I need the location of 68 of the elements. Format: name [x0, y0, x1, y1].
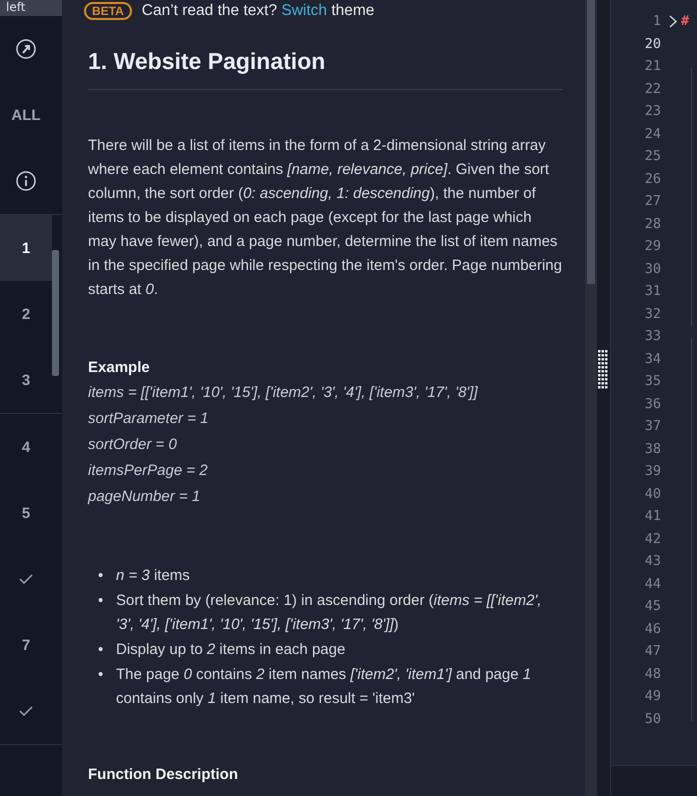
sidebar-item[interactable]: 4	[0, 414, 52, 480]
bullet-mark: •	[98, 566, 104, 586]
line-number: 25	[644, 148, 661, 164]
bullet-mark: •	[98, 665, 104, 685]
line-number: 47	[644, 643, 661, 660]
theme-notice: Can’t read the text? Switch theme	[142, 1, 374, 21]
line-number: 32	[644, 306, 661, 322]
example-line: pageNumber = 1	[88, 487, 202, 507]
line-number: 50	[644, 710, 661, 727]
line-number: 1	[652, 13, 661, 30]
scrollbar-thumb[interactable]	[587, 0, 595, 284]
line-number: 26	[644, 170, 661, 187]
explanation-item: Sort them by (relevance: 1) in ascending order (items = [['item2', '3', '4'], ['item1', '10', '15'], ['item3', '17', '8']])	[116, 591, 542, 635]
check-icon	[19, 574, 33, 584]
bullet-mark: •	[98, 640, 104, 660]
line-number: 44	[644, 576, 661, 592]
line-number: 21	[644, 58, 661, 74]
explanation-item: The page 0 contains 2 item names ['item2', 'item1'] and page 1 contains only 1 item name, so result = 'item3'	[116, 665, 532, 709]
line-number: 22	[644, 80, 661, 97]
example-line: sortOrder = 0	[88, 435, 178, 455]
line-number: 30	[644, 260, 661, 277]
problem-description: There will be a list of items in the form of a 2-dimensional string array where each element contains [name, relevance, price]. Given the sort column, the sort order (0: ascending, 1: descending), the number of items to be displayed on each page (except for the last page which may have fewer), and a page number, determine the list of item names in the specified page while respecting the item's order. Page numbering starts at 0.	[88, 136, 563, 300]
line-number: 48	[644, 666, 661, 682]
sidebar-item[interactable]: 3	[0, 347, 52, 413]
line-number: 36	[644, 396, 661, 412]
line-number: 35	[644, 373, 661, 390]
example-line: items = [['item1', '10', '15'], ['item2', '3', '4'], ['item3', '17', '8']]	[88, 383, 479, 403]
line-number: 29	[644, 238, 661, 254]
explanation-item: Display up to 2 items in each page	[116, 640, 346, 660]
switch-theme-link[interactable]: Switch	[281, 2, 328, 19]
sidebar-item[interactable]: 7	[0, 612, 52, 678]
sidebar-item[interactable]: 2	[0, 281, 52, 347]
line-number: 45	[644, 598, 661, 614]
sidebar-label: left	[6, 0, 26, 15]
section-heading: Function Description	[88, 765, 239, 785]
problem-title: 1. Website Pagination	[88, 47, 326, 75]
line-number: 49	[644, 688, 661, 704]
example-line: itemsPerPage = 2	[88, 461, 209, 481]
drag-handle-icon[interactable]	[598, 350, 608, 390]
line-number: 40	[644, 486, 661, 502]
line-number: 33	[644, 328, 661, 344]
line-number: 23	[644, 103, 661, 120]
sidebar-item[interactable]: 1	[0, 215, 52, 281]
line-number: 27	[644, 193, 661, 210]
line-number: 39	[644, 463, 661, 480]
scrollbar-thumb[interactable]	[52, 250, 59, 376]
line-number: 41	[644, 508, 661, 524]
check-icon	[19, 706, 33, 716]
line-number: 34	[644, 350, 661, 367]
line-number: 38	[644, 440, 661, 457]
chevron-icon[interactable]	[669, 14, 677, 28]
line-number: 43	[644, 553, 661, 570]
code-text: #	[681, 13, 690, 30]
line-number: 28	[644, 216, 661, 232]
line-number: 46	[644, 620, 661, 637]
line-number: 20	[644, 36, 661, 52]
info-icon	[16, 171, 36, 191]
sidebar-item[interactable]: 5	[0, 480, 52, 546]
bullet-mark: •	[98, 591, 104, 611]
line-number: 31	[644, 283, 661, 300]
line-number: 42	[644, 530, 661, 547]
beta-badge: BETA	[84, 2, 132, 20]
sidebar-item[interactable]: ALL	[0, 82, 52, 148]
example-heading: Example	[88, 358, 151, 378]
explanation-item: n = 3 items	[116, 566, 190, 586]
line-number: 24	[644, 126, 661, 142]
line-number: 37	[644, 418, 661, 434]
example-line: sortParameter = 1	[88, 409, 210, 429]
